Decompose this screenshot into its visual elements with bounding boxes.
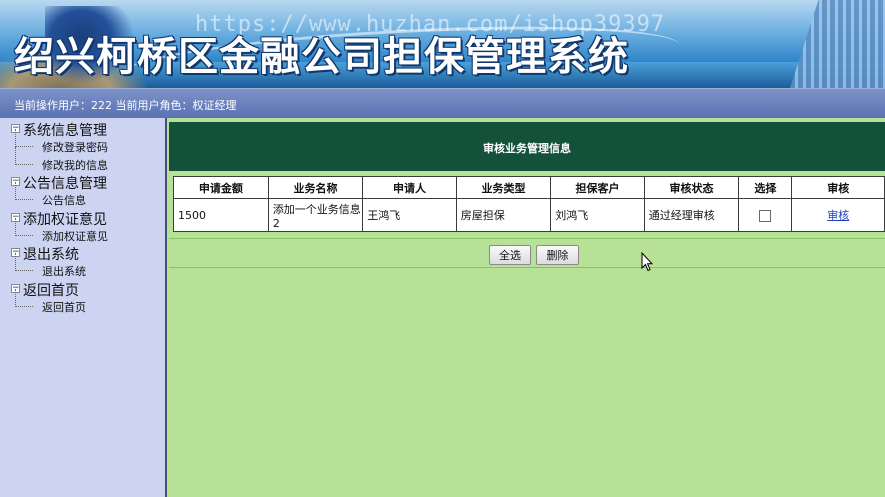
nav-group-label[interactable]: 公告信息管理 [23,173,107,193]
cell-select [738,198,793,232]
banner-building-graphic [790,0,885,88]
col-header-select: 选择 [738,176,793,199]
sidebar-nav: − 系统信息管理 修改登录密码 修改我的信息 − 公告信息管理 公告信息 − 添… [0,118,167,497]
col-header-applicant: 申请人 [362,176,457,199]
tree-connector [15,253,33,271]
main-content: 审核业务管理信息 申请金额 业务名称 申请人 业务类型 担保客户 审核状态 选择… [167,118,885,497]
col-header-status: 审核状态 [643,176,740,199]
panel-header: 审核业务管理信息 [169,122,885,171]
tree-connector [15,288,33,307]
current-user-info: 当前操作用户：222 当前用户角色：权证经理 [14,99,237,112]
nav-group-label[interactable]: 系统信息管理 [23,120,107,140]
tree-connector [15,146,33,165]
mouse-pointer-icon [641,252,653,272]
tree-connector [15,217,33,236]
cell-status: 通过经理审核 [643,198,740,232]
cell-business-name: 添加一个业务信息2 [267,198,364,232]
user-status-bar: 当前操作用户：222 当前用户角色：权证经理 [0,88,885,118]
cell-review: 审核 [791,198,885,232]
header-banner: https://www.huzhan.com/ishop39397 绍兴柯桥区金… [0,0,885,88]
col-header-amount: 申请金额 [173,176,269,199]
cell-business-type: 房屋担保 [455,198,552,232]
cell-amount: 1500 [173,198,269,232]
col-header-business-type: 业务类型 [455,176,552,199]
tree-connector [15,182,33,200]
table-header-row: 申请金额 业务名称 申请人 业务类型 担保客户 审核状态 选择 审核 [173,176,885,199]
review-table: 申请金额 业务名称 申请人 业务类型 担保客户 审核状态 选择 审核 1500 … [173,176,885,232]
row-select-checkbox[interactable] [759,209,772,222]
action-bar: 全选 删除 [169,238,885,268]
col-header-business-name: 业务名称 [267,176,364,199]
select-all-button[interactable]: 全选 [489,245,531,265]
col-header-review: 审核 [791,176,885,199]
panel-title: 审核业务管理信息 [483,142,571,155]
system-title: 绍兴柯桥区金融公司担保管理系统 [14,33,629,80]
col-header-client: 担保客户 [550,176,645,199]
delete-button[interactable]: 删除 [536,245,579,265]
review-link[interactable]: 审核 [827,209,849,222]
cell-applicant: 王鸿飞 [362,198,457,232]
nav-group-label[interactable]: 添加权证意见 [23,209,107,229]
cell-client: 刘鸿飞 [550,198,645,232]
tree-connector [15,129,33,147]
table-row: 1500 添加一个业务信息2 王鸿飞 房屋担保 刘鸿飞 通过经理审核 审核 [173,198,885,232]
